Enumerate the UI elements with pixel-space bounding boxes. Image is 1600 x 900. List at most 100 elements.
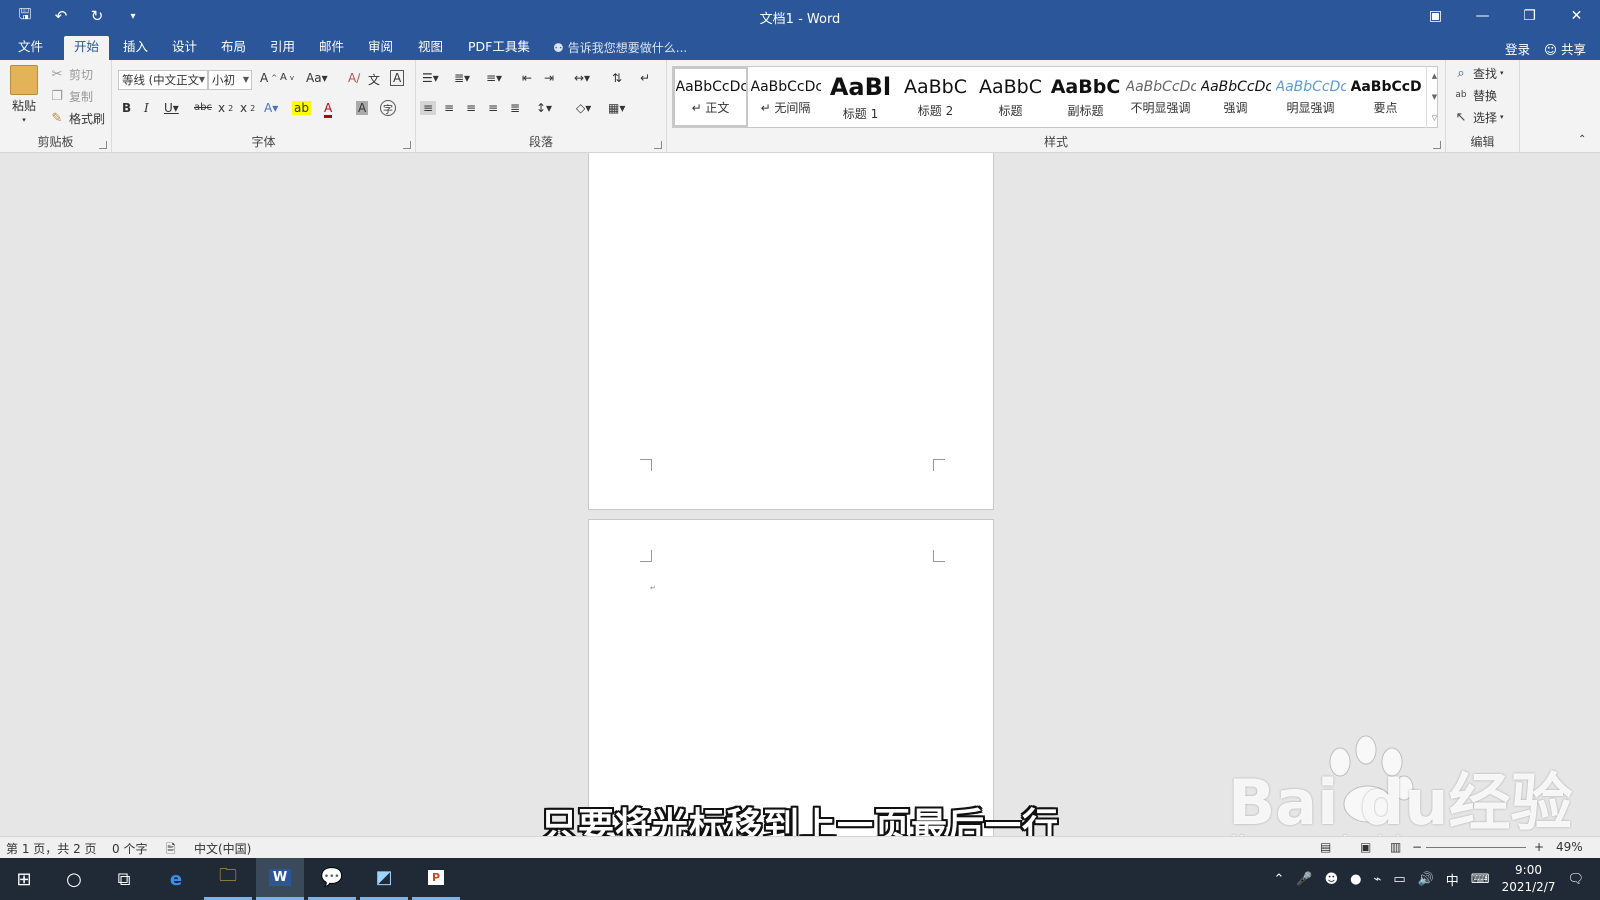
cut-button[interactable]: ✂ 剪切 (48, 65, 93, 83)
numbering-icon[interactable]: ≣▾ (454, 71, 470, 85)
character-border-icon[interactable]: A (390, 70, 405, 86)
line-spacing-icon[interactable]: ↕▾ (536, 101, 552, 115)
wechat-tray-icon[interactable]: ● (1350, 872, 1361, 887)
clock[interactable]: 9:00 2021/2/7 (1502, 862, 1556, 896)
file-explorer-icon[interactable]: 🗀 (204, 858, 252, 900)
justify-icon[interactable]: ≡ (488, 101, 498, 115)
gallery-scroll[interactable]: ▲ ▼ ▽ (1426, 66, 1442, 128)
increase-indent-icon[interactable]: ⇥ (544, 71, 554, 85)
text-effects-icon[interactable]: A▾ (264, 101, 278, 115)
close-button[interactable]: ✕ (1553, 0, 1600, 32)
clear-formatting-icon[interactable]: A∕ (348, 71, 360, 85)
style-subtle-emphasis[interactable]: AaBbCcDc 不明显强调 (1123, 67, 1198, 127)
phonetic-guide-icon[interactable]: 文 (368, 71, 380, 88)
sort-icon[interactable]: ⇅ (612, 71, 622, 85)
font-name-combo[interactable]: 等线 (中文正文 ▼ (118, 70, 208, 90)
style-normal[interactable]: AaBbCcDc ↵ 正文 (673, 67, 748, 127)
collapse-ribbon-icon[interactable]: ⌃ (1578, 134, 1586, 145)
ribbon-display-options-icon[interactable]: ▣ (1412, 0, 1459, 32)
notifications-icon[interactable]: 🗨 (1567, 872, 1584, 887)
login-link[interactable]: 登录 (1505, 39, 1530, 58)
underline-icon[interactable]: U▾ (164, 101, 179, 115)
align-left-icon[interactable]: ≡ (420, 101, 437, 115)
ime-indicator[interactable]: 中 (1446, 870, 1459, 889)
select-button[interactable]: ↖ 选择 ▾ (1452, 108, 1504, 126)
powerpoint-icon[interactable]: P (412, 858, 460, 900)
dialog-launcher-icon[interactable] (99, 141, 107, 149)
chevron-up-icon[interactable]: ⌃ (1273, 872, 1284, 887)
network-icon[interactable]: ⌁ (1373, 872, 1381, 887)
style-intense-emphasis[interactable]: AaBbCcDc 明显强调 (1273, 67, 1348, 127)
language-indicator[interactable]: 中文(中国) (194, 840, 251, 857)
microphone-icon[interactable]: 🎤 (1296, 872, 1312, 887)
dialog-launcher-icon[interactable] (1433, 141, 1441, 149)
zoom-slider[interactable] (1426, 847, 1526, 848)
style-title[interactable]: AaBbC 标题 (973, 67, 1048, 127)
search-circle-icon[interactable]: ○ (50, 858, 98, 900)
superscript-icon[interactable]: x2 (240, 101, 255, 115)
italic-icon[interactable]: I (144, 101, 149, 115)
highlight-icon[interactable]: ab (292, 101, 311, 115)
tab-review[interactable]: 审阅 (358, 36, 403, 60)
zoom-in-icon[interactable]: + (1534, 840, 1544, 854)
style-heading-1[interactable]: AaBl 标题 1 (823, 67, 898, 127)
tab-pdf-tools[interactable]: PDF工具集 (458, 36, 540, 60)
enclose-characters-icon[interactable]: 字 (380, 100, 396, 116)
font-color-icon[interactable]: A (324, 101, 333, 118)
borders-icon[interactable]: ▦▾ (608, 101, 625, 115)
keyboard-icon[interactable]: ⌨ (1471, 872, 1490, 887)
paste-button[interactable]: 粘贴 ▾ (10, 65, 38, 124)
bold-icon[interactable]: B (122, 101, 131, 115)
grow-font-icon[interactable]: A ^ (260, 71, 277, 85)
tab-references[interactable]: 引用 (260, 36, 305, 60)
more-icon[interactable]: ▽ (1432, 114, 1437, 122)
minimize-button[interactable]: — (1459, 0, 1506, 32)
read-mode-icon[interactable]: ▤ (1320, 840, 1331, 854)
word-count[interactable]: 0 个字 (112, 840, 147, 857)
bullets-icon[interactable]: ☰▾ (422, 71, 439, 85)
subscript-icon[interactable]: x2 (218, 101, 233, 115)
page-count[interactable]: 第 1 页，共 2 页 (6, 840, 97, 857)
show-marks-icon[interactable]: ↵ (640, 71, 650, 85)
find-button[interactable]: ⌕ 查找 ▾ (1452, 64, 1503, 82)
page-1[interactable] (588, 153, 994, 510)
tab-view[interactable]: 视图 (408, 36, 453, 60)
strikethrough-icon[interactable]: abc (194, 102, 212, 113)
qq-icon[interactable]: ☻ (1325, 872, 1339, 887)
style-no-spacing[interactable]: AaBbCcDc ↵ 无间隔 (748, 67, 823, 127)
wechat-icon[interactable]: 💬 (308, 858, 356, 900)
style-strong[interactable]: AaBbCcD 要点 (1348, 67, 1423, 127)
align-right-icon[interactable]: ≡ (466, 101, 476, 115)
replace-button[interactable]: ab 替换 (1452, 86, 1497, 104)
chevron-down-icon[interactable]: ▼ (1432, 93, 1437, 101)
notepad-icon[interactable]: ◩ (360, 858, 408, 900)
share-button[interactable]: ☺ 共享 (1544, 39, 1586, 58)
web-layout-icon[interactable]: ▥ (1390, 840, 1401, 854)
zoom-level[interactable]: 49% (1556, 840, 1583, 854)
edge-icon[interactable]: e (152, 858, 200, 900)
dialog-launcher-icon[interactable] (654, 141, 662, 149)
page-2[interactable]: ↵ (588, 519, 994, 836)
dialog-launcher-icon[interactable] (403, 141, 411, 149)
distributed-icon[interactable]: ≣ (510, 101, 520, 115)
font-size-combo[interactable]: 小初 ▼ (208, 70, 252, 90)
start-icon[interactable]: ⊞ (0, 858, 48, 900)
style-heading-2[interactable]: AaBbC 标题 2 (898, 67, 973, 127)
change-case-icon[interactable]: Aa▾ (306, 71, 328, 85)
chevron-up-icon[interactable]: ▲ (1432, 72, 1437, 80)
style-subtitle[interactable]: AaBbC 副标题 (1048, 67, 1123, 127)
zoom-out-icon[interactable]: − (1412, 840, 1422, 854)
character-shading-icon[interactable]: A (356, 101, 369, 115)
tab-mailings[interactable]: 邮件 (309, 36, 354, 60)
task-view-icon[interactable]: ⧉ (100, 858, 148, 900)
tab-file[interactable]: 文件 (8, 36, 53, 60)
tab-insert[interactable]: 插入 (113, 36, 158, 60)
word-icon[interactable]: W (256, 858, 304, 900)
style-emphasis[interactable]: AaBbCcDc 强调 (1198, 67, 1273, 127)
tab-design[interactable]: 设计 (162, 36, 207, 60)
shading-icon[interactable]: ◇▾ (576, 101, 591, 115)
align-center-icon[interactable]: ≡ (444, 101, 454, 115)
print-layout-icon[interactable]: ▣ (1360, 840, 1371, 854)
shrink-font-icon[interactable]: Av (280, 72, 294, 83)
tab-layout[interactable]: 布局 (211, 36, 256, 60)
